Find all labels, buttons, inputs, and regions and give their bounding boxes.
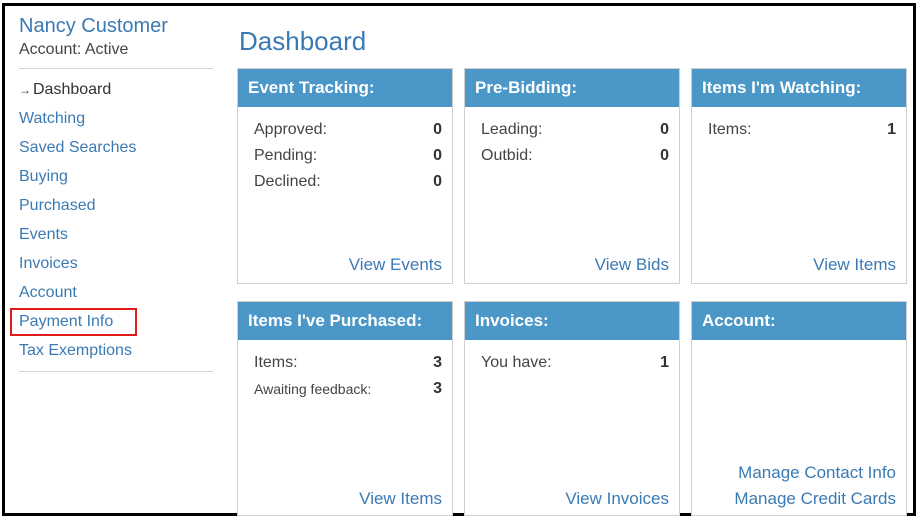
card-title: Items I'm Watching: [692,69,906,107]
user-name: Nancy Customer [19,15,168,37]
pre-bidding-card: Pre-Bidding: Leading: 0 Outbid: 0 View Bid… [464,68,680,284]
card-title: Event Tracking: [238,69,452,107]
sidebar-item-buying[interactable]: Buying [19,162,215,191]
view-events-link[interactable]: View Events [349,255,442,275]
sidebar-divider [19,68,213,69]
highlight-box [10,308,137,336]
app-frame: Nancy Customer Account: Active → Dashboar… [2,3,916,516]
items-purchased-card: Items I've Purchased: Items: 3 Awaiting f… [237,301,453,516]
account-status: Account: Active [19,41,129,58]
sidebar: Nancy Customer Account: Active → Dashboar… [10,14,215,372]
view-items-link[interactable]: View Items [813,255,896,275]
sidebar-divider [19,371,213,372]
invoices-card: Invoices: You have: 1 View Invoices [464,301,680,516]
list-item: Items: 1 [708,121,896,138]
sidebar-item-purchased[interactable]: Purchased [19,191,215,220]
list-item: Declined: 0 [254,173,442,190]
view-bids-link[interactable]: View Bids [595,255,669,275]
list-item: Leading: 0 [481,121,669,138]
sidebar-item-saved-searches[interactable]: Saved Searches [19,133,215,162]
card-title: Invoices: [465,302,679,340]
manage-contact-info-link[interactable]: Manage Contact Info [738,463,896,483]
list-item: You have: 1 [481,354,669,371]
list-item: Items: 3 [254,354,442,371]
list-item: Awaiting feedback: 3 [254,380,442,397]
manage-credit-cards-link[interactable]: Manage Credit Cards [734,489,896,509]
card-title: Pre-Bidding: [465,69,679,107]
page-title: Dashboard [239,26,367,56]
list-item: Outbid: 0 [481,147,669,164]
list-item: Approved: 0 [254,121,442,138]
event-tracking-card: Event Tracking: Approved: 0 Pending: 0 Dec… [237,68,453,284]
sidebar-item-dashboard[interactable]: → Dashboard [19,75,215,104]
sidebar-item-label: Dashboard [33,81,112,98]
account-card: Account: Manage Contact Info Manage Cred… [691,301,907,516]
card-title: Items I've Purchased: [238,302,452,340]
sidebar-item-payment-info[interactable]: Payment Info [10,307,215,336]
current-arrow-icon: → [19,83,31,97]
sidebar-item-watching[interactable]: Watching [19,104,215,133]
items-watching-card: Items I'm Watching: Items: 1 View Items [691,68,907,284]
view-invoices-link[interactable]: View Invoices [565,489,669,509]
sidebar-item-account[interactable]: Account [19,278,215,307]
sidebar-item-events[interactable]: Events [19,220,215,249]
card-title: Account: [692,302,906,340]
list-item: Pending: 0 [254,147,442,164]
sidebar-nav: → Dashboard Watching Saved Searches Buyin… [10,75,215,365]
sidebar-item-invoices[interactable]: Invoices [19,249,215,278]
sidebar-item-tax-exemptions[interactable]: Tax Exemptions [19,336,215,365]
view-items-link[interactable]: View Items [359,489,442,509]
